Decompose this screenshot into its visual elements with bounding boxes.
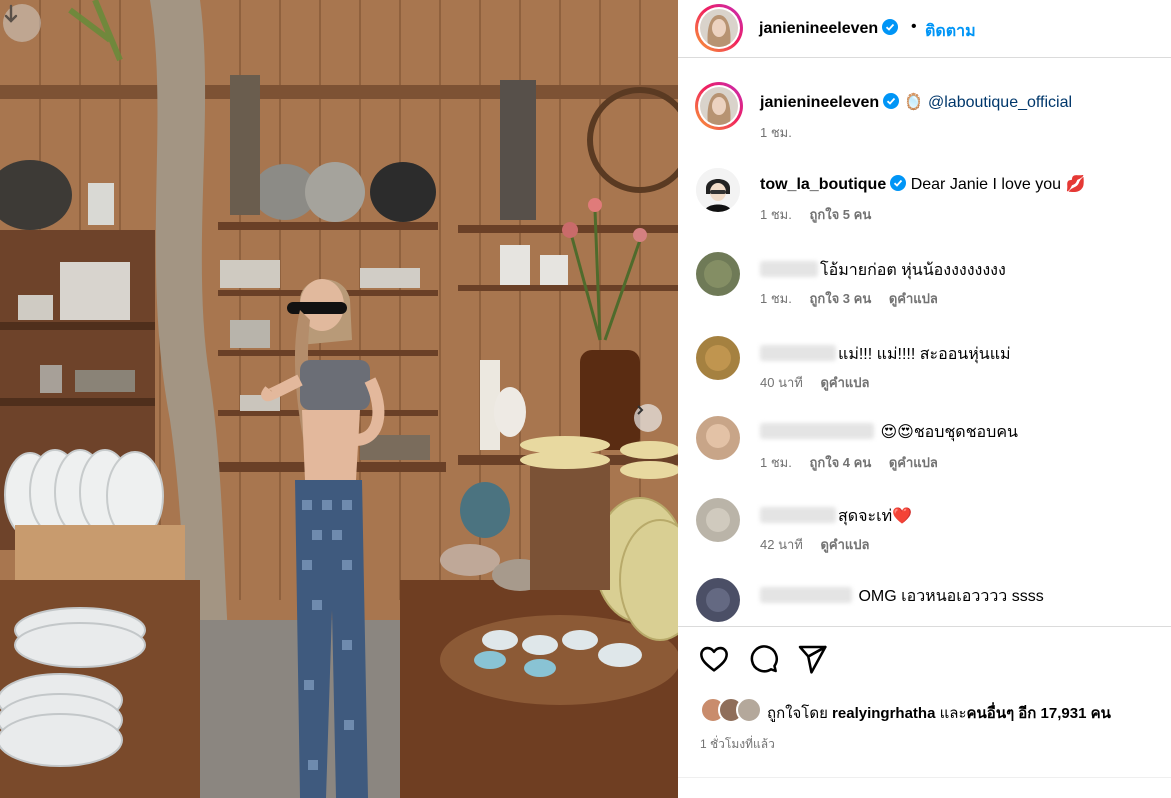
- comment-meta: 1 ชม. ถูกใจ 5 คน: [760, 204, 885, 225]
- author-avatar-image: [700, 9, 738, 47]
- comment-translate[interactable]: ดูคำแปล: [889, 291, 938, 306]
- commenter-avatar-image: [696, 498, 740, 542]
- commenter-avatar[interactable]: [696, 498, 740, 542]
- comment-body: สุดจะเท่❤️: [838, 508, 913, 525]
- comment-time[interactable]: 1 ชม.: [760, 207, 792, 222]
- divider: [678, 777, 1171, 778]
- separator-dot: •: [911, 18, 917, 35]
- comment-body: 😍😍ชอบชุดชอบคน: [880, 424, 1018, 441]
- commenter-avatar[interactable]: [696, 168, 740, 212]
- comment-text: tow_la_boutique Dear Janie I love you 💋: [760, 174, 1085, 194]
- comment-meta: 1 ชม. ถูกใจ 4 คน ดูคำแปล: [760, 452, 952, 473]
- caption-emoji: 🪞: [903, 94, 924, 111]
- commenter-avatar[interactable]: [696, 416, 740, 460]
- comment-translate[interactable]: ดูคำแปล: [889, 455, 938, 470]
- comment-time[interactable]: 40 นาที: [760, 375, 803, 390]
- caption-meta: 1 ชม.: [760, 122, 806, 143]
- liked-by-text: ถูกใจโดย realyingrhatha และคนอื่นๆ อีก 1…: [767, 701, 1111, 725]
- comment-body: OMG เอวหนอเอวววว ssss: [858, 588, 1044, 605]
- post-details-panel: janienineeleven • ติดตาม janienineeleven…: [678, 0, 1171, 798]
- commenter-avatar[interactable]: [696, 252, 740, 296]
- author-username[interactable]: janienineeleven: [759, 19, 899, 38]
- liked-by[interactable]: ถูกใจโดย realyingrhatha และคนอื่นๆ อีก 1…: [700, 697, 1160, 723]
- post-timestamp[interactable]: 1 ชั่วโมงที่แล้ว: [700, 735, 775, 754]
- caption-username[interactable]: janienineeleven: [760, 94, 879, 111]
- comments-list[interactable]: janienineeleven 🪞 @laboutique_official 1…: [678, 68, 1171, 624]
- verified-badge-icon: [883, 93, 900, 109]
- photo-illustration: [0, 0, 678, 798]
- commenter-username-blurred[interactable]: [760, 587, 852, 603]
- commenter-avatar-image: [696, 578, 740, 622]
- verified-badge-icon: [890, 175, 907, 191]
- arrow-down-icon: [4, 4, 18, 23]
- photo-control-button[interactable]: [3, 4, 41, 42]
- comment-time[interactable]: 42 นาที: [760, 537, 803, 552]
- commenter-username-blurred[interactable]: [760, 261, 818, 277]
- comment-body: โอ้มายก่อต หุ่นน้องงงงงงงง: [820, 262, 1006, 279]
- comment-text: โอ้มายก่อต หุ่นน้องงงงงงงง: [760, 258, 1006, 283]
- comment-text: สุดจะเท่❤️: [760, 504, 912, 529]
- commenter-avatar[interactable]: [696, 578, 740, 622]
- commenter-username-blurred[interactable]: [760, 423, 874, 439]
- comment-likes[interactable]: ถูกใจ 3 คน: [809, 291, 871, 306]
- comment-icon: [750, 645, 778, 673]
- heart-icon: [700, 646, 728, 672]
- commenter-username[interactable]: tow_la_boutique: [760, 176, 886, 193]
- commenter-avatar-image: [696, 252, 740, 296]
- comment-meta: 42 นาที ดูคำแปล: [760, 534, 884, 555]
- verified-badge-icon: [882, 19, 899, 35]
- follow-button[interactable]: ติดตาม: [925, 19, 976, 44]
- carousel-next-button[interactable]: [634, 404, 662, 432]
- post-photo[interactable]: [0, 0, 678, 798]
- comment-translate[interactable]: ดูคำแปล: [820, 537, 869, 552]
- comment-body: Dear Janie I love you 💋: [910, 176, 1086, 193]
- comment-time[interactable]: 1 ชม.: [760, 291, 792, 306]
- post-actions: ถูกใจโดย realyingrhatha และคนอื่นๆ อีก 1…: [678, 626, 1171, 798]
- commenter-avatar-image: [696, 336, 740, 380]
- comment-likes[interactable]: ถูกใจ 4 คน: [809, 455, 871, 470]
- liked-by-user[interactable]: realyingrhatha: [832, 705, 935, 722]
- chevron-right-icon: [637, 405, 644, 415]
- liked-by-prefix: ถูกใจโดย: [767, 705, 828, 722]
- comment-likes[interactable]: ถูกใจ 5 คน: [809, 207, 871, 222]
- comment-text: 😍😍ชอบชุดชอบคน: [760, 420, 1018, 445]
- comment-button[interactable]: [747, 643, 779, 675]
- comment-text: OMG เอวหนอเอวววว ssss: [760, 584, 1044, 609]
- like-button[interactable]: [698, 643, 730, 675]
- caption-mention[interactable]: @laboutique_official: [928, 94, 1072, 111]
- share-button[interactable]: [796, 643, 828, 675]
- commenter-username-blurred[interactable]: [760, 345, 836, 361]
- liked-by-others[interactable]: คนอื่นๆ อีก 17,931 คน: [967, 705, 1111, 722]
- caption-avatar-image: [700, 87, 738, 125]
- commenter-avatar-image: [696, 168, 740, 212]
- commenter-avatar[interactable]: [696, 336, 740, 380]
- commenter-username-blurred[interactable]: [760, 507, 836, 523]
- comment-text: แม่!!! แม่!!!! สะออนหุ่นแม่: [760, 342, 1011, 367]
- author-avatar[interactable]: [695, 4, 743, 52]
- commenter-avatar-image: [696, 416, 740, 460]
- liker-avatar: [736, 697, 762, 723]
- share-icon: [798, 645, 827, 674]
- caption-time[interactable]: 1 ชม.: [760, 125, 792, 140]
- comment-body: แม่!!! แม่!!!! สะออนหุ่นแม่: [838, 346, 1011, 363]
- comment-time[interactable]: 1 ชม.: [760, 455, 792, 470]
- comment-meta: 40 นาที ดูคำแปล: [760, 372, 884, 393]
- liked-by-joiner: และ: [939, 705, 967, 722]
- caption-text: janienineeleven 🪞 @laboutique_official: [760, 92, 1072, 112]
- caption-avatar[interactable]: [695, 82, 743, 130]
- post-header: janienineeleven • ติดตาม: [678, 0, 1171, 58]
- comment-meta: 1 ชม. ถูกใจ 3 คน ดูคำแปล: [760, 288, 952, 309]
- comment-translate[interactable]: ดูคำแปล: [820, 375, 869, 390]
